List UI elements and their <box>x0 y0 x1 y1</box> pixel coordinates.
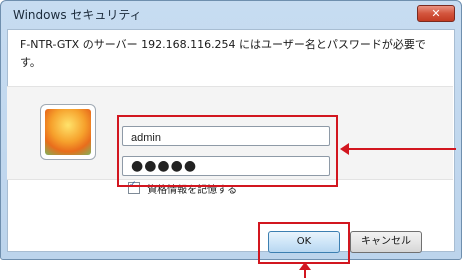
user-avatar-icon <box>45 109 91 155</box>
prompt-message: F-NTR-GTX のサーバー 192.168.116.254 にはユーザー名と… <box>20 38 426 69</box>
dialog-title: Windows セキュリティ <box>13 8 142 22</box>
title-bar: Windows セキュリティ ✕ <box>1 1 461 27</box>
ok-highlight-box <box>258 222 350 264</box>
callout-line <box>346 148 456 150</box>
user-avatar-tile <box>40 104 96 160</box>
fields-highlight-box <box>117 115 338 187</box>
callout-line-ok <box>304 266 306 278</box>
cancel-button[interactable]: キャンセル <box>350 231 422 253</box>
close-button[interactable]: ✕ <box>417 5 455 22</box>
close-icon: ✕ <box>431 7 441 20</box>
